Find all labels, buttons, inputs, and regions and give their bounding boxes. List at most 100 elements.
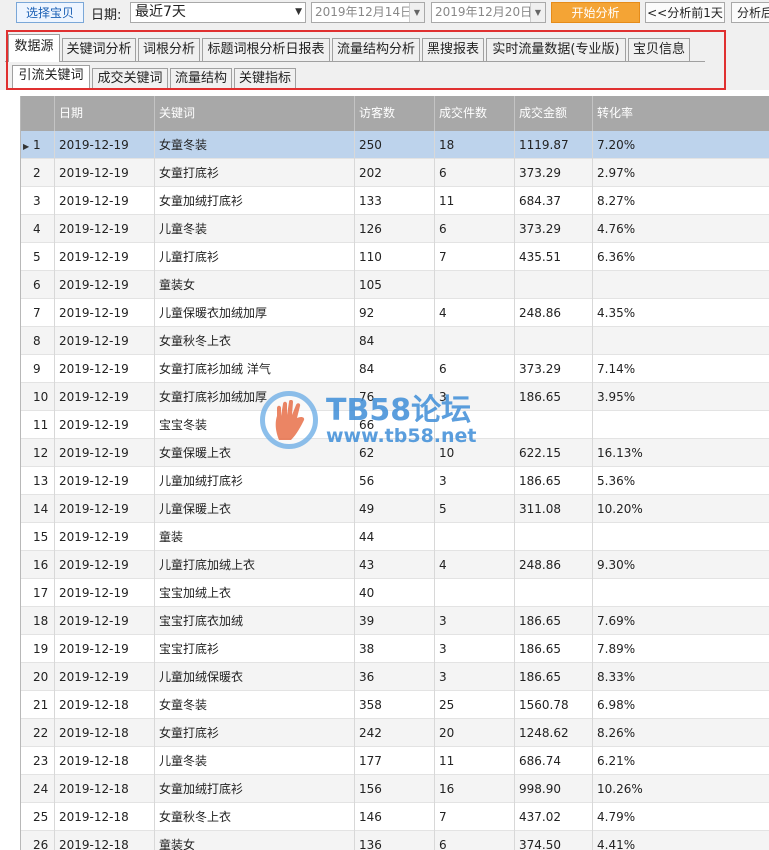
table-row[interactable]: 18 2019-12-19 宝宝打底衣加绒 39 3 186.65 7.69% bbox=[21, 607, 769, 635]
table-row[interactable]: 17 2019-12-19 宝宝加绒上衣 40 bbox=[21, 579, 769, 607]
table-row[interactable]: 8 2019-12-19 女童秋冬上衣 84 bbox=[21, 327, 769, 355]
orders-cell bbox=[435, 579, 515, 607]
orders-cell: 3 bbox=[435, 607, 515, 635]
table-row[interactable]: 21 2019-12-18 女童冬装 358 25 1560.78 6.98% bbox=[21, 691, 769, 719]
tab-item-info[interactable]: 宝贝信息 bbox=[628, 38, 690, 61]
orders-cell: 25 bbox=[435, 691, 515, 719]
amount-cell: 684.37 bbox=[515, 187, 593, 215]
amount-cell: 186.65 bbox=[515, 467, 593, 495]
row-number: 16 bbox=[21, 551, 55, 579]
tab-traffic-structure-analysis[interactable]: 流量结构分析 bbox=[332, 38, 420, 61]
visitors-cell: 66 bbox=[355, 411, 435, 439]
table-row[interactable]: 25 2019-12-18 女童秋冬上衣 146 7 437.02 4.79% bbox=[21, 803, 769, 831]
amount-cell: 686.74 bbox=[515, 747, 593, 775]
tab-black-search-report[interactable]: 黑搜报表 bbox=[422, 38, 484, 61]
subtab-traffic-structure[interactable]: 流量结构 bbox=[170, 68, 232, 88]
keyword-cell: 女童打底衫加绒加厚 bbox=[155, 383, 355, 411]
amount-cell: 373.29 bbox=[515, 159, 593, 187]
orders-cell: 3 bbox=[435, 663, 515, 691]
column-header-keyword[interactable]: 关键词 bbox=[155, 96, 355, 131]
table-row[interactable]: 22 2019-12-18 女童打底衫 242 20 1248.62 8.26% bbox=[21, 719, 769, 747]
analyze-next-day-button[interactable]: 分析后 bbox=[731, 2, 769, 23]
date-cell: 2019-12-18 bbox=[55, 691, 155, 719]
keyword-cell: 女童冬装 bbox=[155, 131, 355, 159]
subtab-traffic-keywords[interactable]: 引流关键词 bbox=[12, 65, 90, 88]
table-row[interactable]: 10 2019-12-19 女童打底衫加绒加厚 76 3 186.65 3.95% bbox=[21, 383, 769, 411]
keyword-cell: 儿童冬装 bbox=[155, 215, 355, 243]
tab-data-source[interactable]: 数据源 bbox=[8, 34, 60, 62]
conversion-rate-cell: 4.35% bbox=[597, 306, 636, 320]
table-row[interactable]: 14 2019-12-19 儿童保暖上衣 49 5 311.08 10.20% bbox=[21, 495, 769, 523]
table-row[interactable]: 3 2019-12-19 女童加绒打底衫 133 11 684.37 8.27% bbox=[21, 187, 769, 215]
keyword-cell: 女童打底衫 bbox=[155, 159, 355, 187]
conversion-rate-cell bbox=[593, 523, 769, 551]
tab-area: 数据源 关键词分析 词根分析 标题词根分析日报表 流量结构分析 黑搜报表 实时流… bbox=[0, 28, 769, 90]
table-row[interactable]: 20 2019-12-19 儿童加绒保暖衣 36 3 186.65 8.33% bbox=[21, 663, 769, 691]
table-row[interactable]: 15 2019-12-19 童装 44 bbox=[21, 523, 769, 551]
orders-cell: 3 bbox=[435, 635, 515, 663]
date-range-select[interactable]: 最近7天 ▼ bbox=[130, 2, 306, 23]
row-number-label: 9 bbox=[33, 362, 41, 376]
table-row[interactable]: 11 2019-12-19 宝宝冬装 66 bbox=[21, 411, 769, 439]
tab-title-root-daily-report[interactable]: 标题词根分析日报表 bbox=[202, 38, 330, 61]
keyword-data-grid[interactable]: 日期 关键词 访客数 成交件数 成交金额 转化率 ▶ 1 2019-12-19 女童冬… bbox=[20, 96, 769, 850]
table-row[interactable]: 2 2019-12-19 女童打底衫 202 6 373.29 2.97% bbox=[21, 159, 769, 187]
amount-cell: 374.50 bbox=[515, 831, 593, 850]
column-header-conversion-rate[interactable]: 转化率 bbox=[593, 96, 769, 131]
visitors-cell: 105 bbox=[355, 271, 435, 299]
column-header-visitors[interactable]: 访客数 bbox=[355, 96, 435, 131]
table-row[interactable]: 13 2019-12-19 儿童加绒打底衫 56 3 186.65 5.36% bbox=[21, 467, 769, 495]
start-analysis-button[interactable]: 开始分析 bbox=[551, 2, 640, 23]
row-number: 7 bbox=[21, 299, 55, 327]
date-cell: 2019-12-19 bbox=[55, 495, 155, 523]
orders-cell: 6 bbox=[435, 215, 515, 243]
start-date-value: 2019年12月14日 bbox=[315, 5, 413, 19]
column-header-date[interactable]: 日期 bbox=[55, 96, 155, 131]
row-number-label: 8 bbox=[33, 334, 41, 348]
date-cell: 2019-12-18 bbox=[55, 775, 155, 803]
table-row[interactable]: 6 2019-12-19 童装女 105 bbox=[21, 271, 769, 299]
table-row[interactable]: 5 2019-12-19 儿童打底衫 110 7 435.51 6.36% bbox=[21, 243, 769, 271]
conversion-rate-cell: 4.79% bbox=[597, 810, 636, 824]
analyze-previous-day-button[interactable]: <<分析前1天 bbox=[645, 2, 725, 23]
table-row[interactable]: 26 2019-12-18 童装女 136 6 374.50 4.41% bbox=[21, 831, 769, 850]
column-header-amount[interactable]: 成交金额 bbox=[515, 96, 593, 131]
keyword-cell: 女童冬装 bbox=[155, 691, 355, 719]
date-cell: 2019-12-19 bbox=[55, 271, 155, 299]
column-header-orders[interactable]: 成交件数 bbox=[435, 96, 515, 131]
table-row[interactable]: 23 2019-12-18 儿童冬装 177 11 686.74 6.21% bbox=[21, 747, 769, 775]
date-cell: 2019-12-18 bbox=[55, 803, 155, 831]
table-row[interactable]: 9 2019-12-19 女童打底衫加绒 洋气 84 6 373.29 7.14% bbox=[21, 355, 769, 383]
date-cell: 2019-12-19 bbox=[55, 411, 155, 439]
row-number-label: 22 bbox=[33, 726, 49, 740]
subtab-key-metrics[interactable]: 关键指标 bbox=[234, 68, 296, 88]
visitors-cell: 76 bbox=[355, 383, 435, 411]
table-row[interactable]: 16 2019-12-19 儿童打底加绒上衣 43 4 248.86 9.30% bbox=[21, 551, 769, 579]
subtab-deal-keywords[interactable]: 成交关键词 bbox=[92, 68, 168, 88]
date-cell: 2019-12-19 bbox=[55, 299, 155, 327]
row-number-label: 23 bbox=[33, 754, 49, 768]
table-row[interactable]: 7 2019-12-19 儿童保暖衣加绒加厚 92 4 248.86 4.35% bbox=[21, 299, 769, 327]
table-row[interactable]: 4 2019-12-19 儿童冬装 126 6 373.29 4.76% bbox=[21, 215, 769, 243]
table-row[interactable]: 24 2019-12-18 女童加绒打底衫 156 16 998.90 10.26% bbox=[21, 775, 769, 803]
visitors-cell: 136 bbox=[355, 831, 435, 850]
table-row[interactable]: ▶ 1 2019-12-19 女童冬装 250 18 1119.87 7.20% bbox=[21, 131, 769, 159]
row-number: 8 bbox=[21, 327, 55, 355]
orders-cell: 7 bbox=[435, 243, 515, 271]
table-row[interactable]: 19 2019-12-19 宝宝打底衫 38 3 186.65 7.89% bbox=[21, 635, 769, 663]
tab-realtime-traffic[interactable]: 实时流量数据(专业版) bbox=[486, 38, 626, 61]
orders-cell: 16 bbox=[435, 775, 515, 803]
orders-cell: 3 bbox=[435, 467, 515, 495]
end-date-picker[interactable]: 2019年12月20日 ▼ bbox=[431, 2, 546, 23]
tab-root-analysis[interactable]: 词根分析 bbox=[138, 38, 200, 61]
conversion-rate-cell: 4.76% bbox=[597, 222, 636, 236]
select-item-button[interactable]: 选择宝贝 bbox=[16, 2, 84, 23]
tab-keyword-analysis[interactable]: 关键词分析 bbox=[62, 38, 136, 61]
table-row[interactable]: 12 2019-12-19 女童保暖上衣 62 10 622.15 16.13% bbox=[21, 439, 769, 467]
amount-cell bbox=[515, 327, 593, 355]
start-date-picker[interactable]: 2019年12月14日 ▼ bbox=[311, 2, 425, 23]
amount-cell bbox=[515, 579, 593, 607]
row-number-label: 1 bbox=[33, 138, 41, 152]
conversion-rate-cell: 8.26% bbox=[597, 726, 636, 740]
keyword-cell: 儿童打底衫 bbox=[155, 243, 355, 271]
